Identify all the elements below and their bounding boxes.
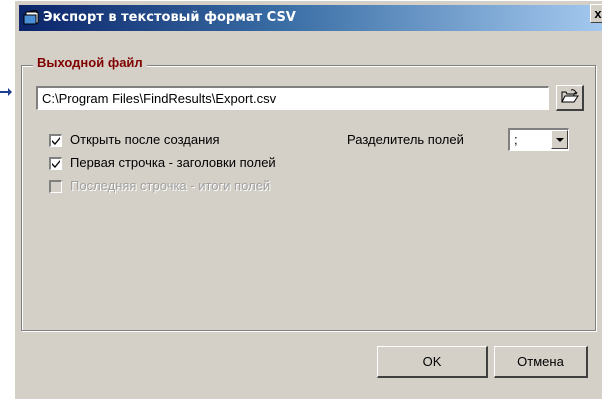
field-separator-select[interactable]: ;	[508, 128, 569, 151]
last-row-totals-checkbox	[49, 180, 62, 193]
close-button[interactable]: x	[590, 4, 602, 23]
window-title: Экспорт в текстовый формат CSV	[43, 10, 296, 25]
open-after-create-label[interactable]: Открыть после создания	[70, 132, 220, 147]
browse-button[interactable]	[556, 85, 584, 111]
first-row-headers-checkbox[interactable]	[49, 157, 62, 170]
output-file-legend: Выходной файл	[33, 55, 147, 70]
pointer-arrow-icon	[0, 88, 12, 96]
first-row-headers-label[interactable]: Первая строчка - заголовки полей	[70, 155, 276, 170]
open-after-create-checkbox[interactable]	[49, 134, 62, 147]
title-bar[interactable]: Экспорт в текстовый формат CSV	[19, 5, 602, 31]
export-csv-dialog: Экспорт в текстовый формат CSV x Выходно…	[14, 0, 602, 399]
cancel-button[interactable]: Отмена	[494, 346, 588, 378]
dropdown-arrow-button[interactable]	[551, 130, 568, 149]
last-row-totals-label: Последняя строчка - итоги полей	[70, 178, 271, 193]
open-folder-icon	[560, 88, 579, 107]
field-separator-label: Разделитель полей	[347, 132, 464, 147]
file-path-input[interactable]: C:\Program Files\FindResults\Export.csv	[36, 86, 549, 110]
field-separator-value: ;	[514, 132, 518, 147]
app-icon	[23, 9, 40, 25]
ok-button[interactable]: OK	[377, 346, 488, 378]
chevron-down-icon	[556, 138, 564, 142]
